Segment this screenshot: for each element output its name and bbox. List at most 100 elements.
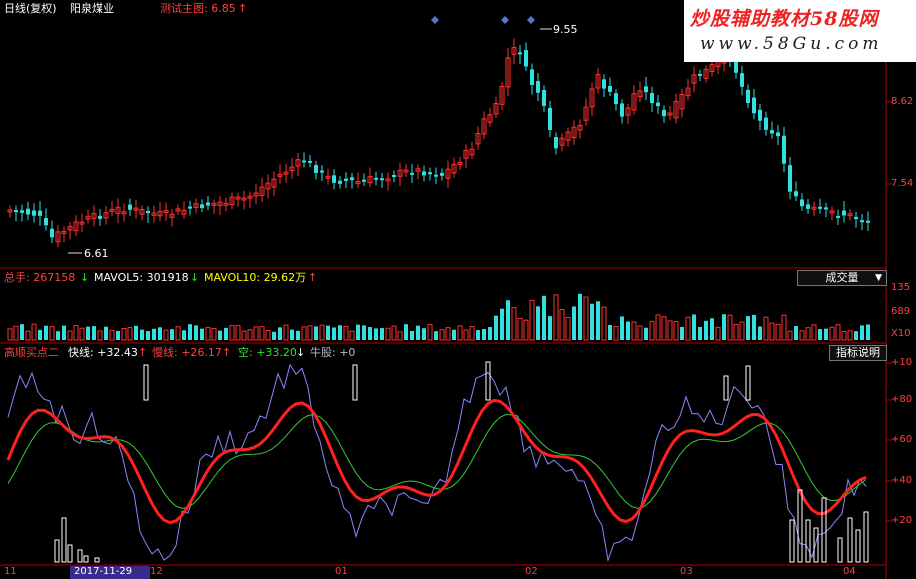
volume-bar (542, 295, 546, 340)
candle-body (866, 220, 870, 223)
volume-bar (529, 299, 535, 341)
volume-bar (380, 328, 384, 340)
volume-bar (62, 325, 66, 340)
volume-bars (7, 293, 870, 341)
volume-bar (655, 314, 661, 341)
volume-bar (673, 321, 679, 341)
volume-bar (608, 324, 612, 340)
signal-diamond-icon (431, 16, 439, 24)
candle-body (608, 86, 612, 92)
candle-body (38, 210, 42, 216)
mavol5-label: MAVOL5: 301918 (94, 271, 189, 284)
volume-bar (565, 317, 571, 341)
candle-body (530, 69, 534, 85)
signal-diamond-icon (501, 16, 509, 24)
volume-bar (73, 325, 79, 341)
low-price-label: 6.61 (84, 247, 109, 260)
signal-bar (94, 557, 100, 563)
volume-bar (434, 331, 438, 340)
volume-bar (680, 326, 684, 340)
volume-bar (31, 323, 37, 341)
candle-body (410, 172, 414, 175)
signal-bar (723, 375, 729, 401)
signal-bar (847, 517, 853, 563)
candle-body (764, 117, 768, 130)
candle-body (440, 172, 444, 176)
volume-bar (517, 317, 523, 341)
volume-bar (121, 328, 127, 341)
time-axis-label: 04 (843, 566, 856, 577)
volume-bar (385, 327, 391, 341)
candle-body (392, 175, 396, 178)
volume-bar (445, 327, 451, 341)
slow-line (6, 398, 867, 525)
volume-bar (578, 293, 582, 340)
candle-body (542, 89, 546, 106)
volume-bar (710, 318, 714, 340)
volume-bar (511, 307, 517, 341)
candle-body (308, 160, 312, 163)
volume-bar (649, 320, 655, 341)
stock-chart-window: 日线(复权) 阳泉煤业 测试主图: 6.85 ↑ 9.55 6.61 8.62 … (0, 0, 916, 579)
volume-bar (763, 316, 769, 341)
candle-body (770, 130, 774, 134)
signal-bar (855, 529, 861, 563)
price-axis-tick: 7.54 (891, 178, 914, 189)
volume-bar (835, 324, 841, 341)
volume-bar (685, 316, 691, 341)
volume-bar (787, 330, 793, 341)
volume-bar (746, 316, 750, 340)
volume-bar (374, 328, 378, 340)
candle-body (602, 79, 606, 89)
candle-body (350, 177, 354, 181)
volume-bar (104, 326, 108, 340)
candle-body (644, 86, 648, 93)
time-axis-label: 03 (680, 566, 693, 577)
candle-body (536, 81, 540, 93)
volume-bar (146, 331, 150, 340)
candle-body (380, 178, 384, 181)
volume-bar (362, 325, 366, 340)
volume-bar (667, 320, 673, 341)
signal-bar (83, 555, 89, 563)
volume-bar (343, 325, 349, 341)
volume-bar (356, 324, 360, 340)
volume-bar (692, 314, 696, 340)
volume-bar (97, 330, 103, 341)
volume-bar (278, 327, 282, 340)
candle-body (14, 210, 18, 213)
volume-bar (67, 330, 73, 341)
volume-bar (92, 326, 96, 340)
volume-bar (824, 328, 828, 340)
candle-body (332, 175, 336, 183)
candle-body (428, 172, 432, 175)
volume-bar (553, 294, 559, 341)
indicator-lines (6, 361, 869, 563)
volume-bar (722, 314, 726, 340)
volume-bar (338, 325, 342, 340)
volume-bar (397, 331, 403, 341)
signal-bar (789, 519, 795, 563)
volume-bar (572, 306, 576, 340)
candle-body (206, 202, 210, 206)
indicator-select-dropdown[interactable]: 成交量 ▼ (797, 270, 887, 286)
up-arrow-icon: ↑ (308, 271, 318, 284)
candle-body (746, 89, 750, 104)
chart-canvas[interactable] (0, 0, 916, 579)
volume-bar (596, 301, 600, 340)
volume-bar (463, 329, 469, 341)
candlestick-series (7, 38, 870, 248)
volume-bar (583, 296, 589, 341)
bull-stock-label: 牛股: +0 (310, 346, 356, 359)
volume-bar (841, 330, 847, 341)
volume-bar (13, 325, 19, 341)
total-volume-label: 总手: 267158 (4, 271, 76, 284)
indicator-help-button[interactable]: 指标说明 (829, 345, 887, 361)
volume-bar (368, 327, 372, 340)
volume-bar (829, 326, 835, 341)
candle-body (20, 210, 24, 213)
volume-bar (56, 331, 60, 340)
volume-bar (427, 323, 433, 341)
volume-bar (752, 314, 756, 340)
volume-bar (332, 327, 336, 340)
